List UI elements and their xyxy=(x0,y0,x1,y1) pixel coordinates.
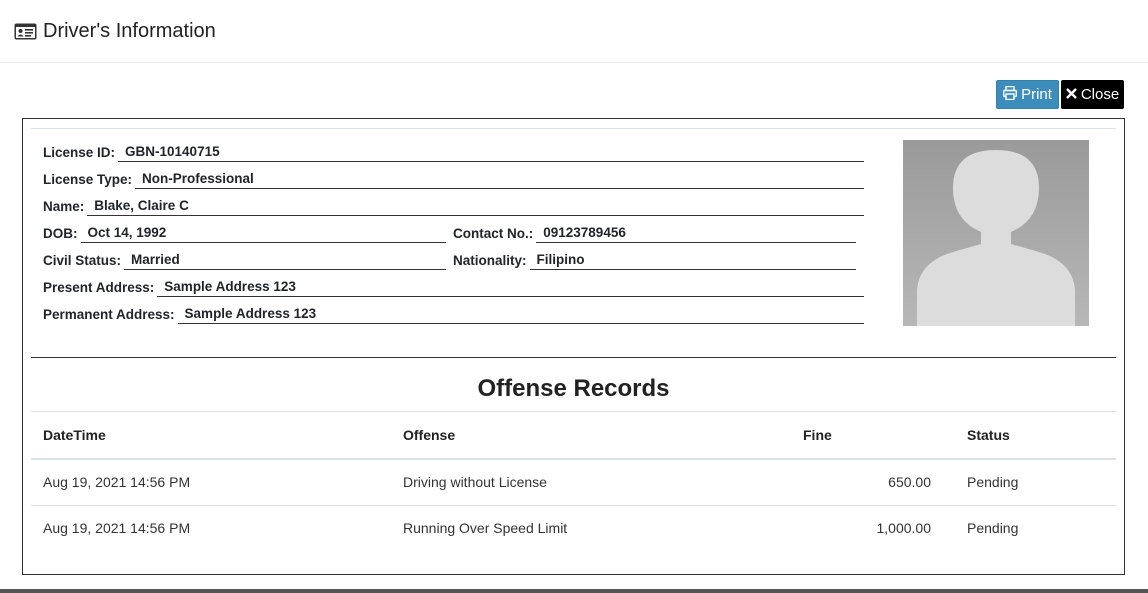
table-header-row: DateTime Offense Fine Status xyxy=(31,412,1116,460)
civil-status-field: Civil Status: Married xyxy=(43,250,446,270)
cell-offense: Driving without License xyxy=(391,459,791,506)
present-address-value: Sample Address 123 xyxy=(157,279,864,297)
permanent-address-label: Permanent Address: xyxy=(43,307,175,322)
column-header-fine: Fine xyxy=(791,412,955,460)
cell-status: Pending xyxy=(967,520,1019,537)
dob-value: Oct 14, 1992 xyxy=(80,225,446,243)
print-icon xyxy=(1003,85,1021,104)
cell-status: Pending xyxy=(955,459,1116,506)
civil-status-value: Married xyxy=(124,252,446,270)
cell-fine: 650.00 xyxy=(791,459,955,506)
column-header-offense: Offense xyxy=(391,412,791,460)
dob-label: DOB: xyxy=(43,226,78,241)
section-divider xyxy=(31,357,1116,358)
license-id-label: License ID: xyxy=(43,145,116,160)
name-field: Name: Blake, Claire C xyxy=(43,196,864,216)
contact-label: Contact No.: xyxy=(453,226,534,241)
nationality-label: Nationality: xyxy=(453,253,527,268)
present-address-field: Present Address: Sample Address 123 xyxy=(43,277,864,297)
driver-photo xyxy=(903,140,1089,326)
table-row: Aug 19, 2021 14:56 PM Driving without Li… xyxy=(31,459,1116,506)
nationality-value: Filipino xyxy=(529,252,856,270)
nationality-field: Nationality: Filipino xyxy=(453,250,856,270)
close-icon xyxy=(1065,86,1081,103)
license-id-value: GBN-10140715 xyxy=(118,144,864,162)
contact-value: 09123789456 xyxy=(536,225,856,243)
permanent-address-value: Sample Address 123 xyxy=(177,306,864,324)
civil-status-label: Civil Status: xyxy=(43,253,122,268)
modal-header: Driver's Information xyxy=(0,0,1148,63)
print-button[interactable]: Print xyxy=(996,80,1059,109)
license-id-field: License ID: GBN-10140715 xyxy=(43,142,864,162)
driver-card: License ID: GBN-10140715 License Type: N… xyxy=(22,118,1125,575)
close-button[interactable]: Close xyxy=(1061,80,1124,109)
offense-table: DateTime Offense Fine Status Aug 19, 202… xyxy=(31,412,1116,551)
permanent-address-field: Permanent Address: Sample Address 123 xyxy=(43,304,864,324)
id-card-icon xyxy=(14,23,37,40)
license-type-value: Non-Professional xyxy=(135,171,864,189)
cell-datetime: Aug 19, 2021 14:56 PM xyxy=(43,520,191,537)
column-header-status: Status xyxy=(955,412,1116,460)
table-row: Aug 19, 2021 14:56 PM Running Over Speed… xyxy=(31,505,1116,551)
license-type-field: License Type: Non-Professional xyxy=(43,169,864,189)
print-button-label: Print xyxy=(1021,86,1052,103)
dob-field: DOB: Oct 14, 1992 xyxy=(43,223,446,243)
close-button-label: Close xyxy=(1080,86,1120,103)
contact-field: Contact No.: 09123789456 xyxy=(453,223,856,243)
offense-records-title: Offense Records xyxy=(477,375,670,402)
window-bottom-edge xyxy=(0,589,1148,593)
column-header-datetime: DateTime xyxy=(31,412,391,460)
modal-title-text: Driver's Information xyxy=(43,19,216,42)
name-value: Blake, Claire C xyxy=(87,198,864,216)
cell-offense: Running Over Speed Limit xyxy=(403,520,568,537)
modal-title: Driver's Information xyxy=(14,20,216,43)
avatar-placeholder-icon xyxy=(917,150,1075,326)
divider xyxy=(31,128,1116,129)
present-address-label: Present Address: xyxy=(43,280,155,295)
license-type-label: License Type: xyxy=(43,172,133,187)
cell-datetime: Aug 19, 2021 14:56 PM xyxy=(31,459,391,506)
name-label: Name: xyxy=(43,199,85,214)
cell-fine: 1,000.00 xyxy=(876,520,932,537)
